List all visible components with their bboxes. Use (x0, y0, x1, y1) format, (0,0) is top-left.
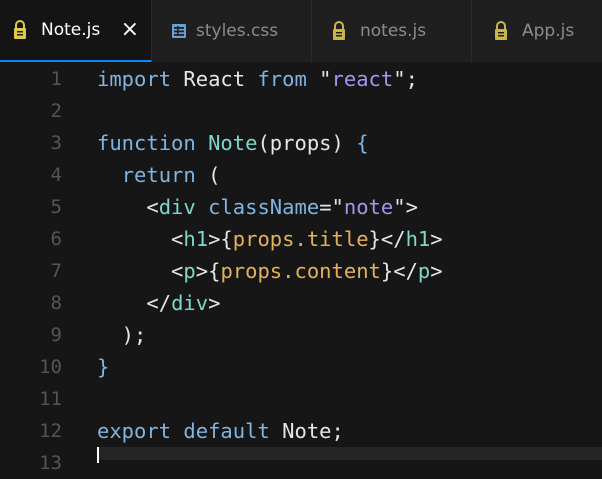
css-file-icon (171, 20, 191, 42)
code-token: from (257, 67, 307, 91)
code-token: div (171, 291, 209, 315)
code-token: Note (208, 131, 258, 155)
code-line[interactable]: 8 </div> (0, 287, 602, 319)
code-token: =" (319, 195, 344, 219)
code-text: function Note(props) { (97, 127, 369, 159)
code-token: ); (97, 323, 147, 347)
code-line[interactable]: 9 ); (0, 319, 602, 351)
code-token: p (183, 259, 196, 283)
code-token: </ (97, 291, 172, 315)
code-token: export (97, 419, 172, 443)
line-number: 9 (50, 324, 62, 346)
code-token: p (417, 259, 431, 283)
code-token: default (183, 419, 270, 443)
code-line[interactable]: 12 export default Note; (0, 415, 602, 447)
code-line[interactable]: 10} (0, 351, 602, 383)
code-token: h1 (405, 227, 431, 251)
code-line[interactable]: 7 <p>{props.content}</p> (0, 255, 602, 287)
code-text: <p>{props.content}</p> (97, 255, 443, 287)
code-token: (props) (257, 131, 357, 155)
code-token: React (171, 67, 258, 91)
tab-label: notes.js (360, 21, 427, 41)
code-text: export default Note; (97, 415, 344, 447)
code-token: Note; (269, 419, 344, 443)
code-token: function (97, 131, 196, 155)
code-token: div (158, 195, 196, 219)
code-line[interactable]: 11 (0, 383, 602, 415)
code-token: ( (195, 163, 221, 187)
lock-icon (332, 20, 352, 42)
tab-bar: Note.js × styles.css notes.js App.js (0, 0, 602, 62)
tab-app-js[interactable]: App.js (472, 0, 602, 62)
line-number: 6 (50, 228, 62, 250)
code-token: { (356, 131, 369, 155)
lock-icon (13, 19, 33, 41)
code-line[interactable]: 2 (0, 95, 602, 127)
code-text: return ( (97, 159, 221, 191)
code-token: > (430, 227, 443, 251)
code-token: return (97, 163, 196, 187)
code-token: props.content (220, 259, 381, 283)
line-number: 12 (39, 420, 62, 442)
code-text: <div className="note"> (97, 191, 418, 223)
line-number: 7 (50, 260, 62, 282)
code-token: }</ (368, 227, 406, 251)
tab-styles-css[interactable]: styles.css (152, 0, 312, 62)
code-line[interactable]: 3 function Note(props) { (0, 127, 602, 159)
tab-note-js[interactable]: Note.js × (0, 0, 152, 62)
line-number: 4 (50, 164, 62, 186)
line-number: 10 (39, 356, 62, 378)
tab-notes-js[interactable]: notes.js (312, 0, 472, 62)
code-token: "; (393, 67, 418, 91)
code-token: > (208, 291, 221, 315)
line-number: 8 (50, 292, 62, 314)
code-line[interactable]: 1 import React from "react"; (0, 63, 602, 95)
code-token: import (97, 67, 172, 91)
tab-label: styles.css (196, 21, 279, 41)
code-token: }</ (380, 259, 418, 283)
code-token: >{ (195, 259, 221, 283)
tab-label: Note.js (41, 20, 101, 40)
code-text: } (97, 351, 109, 383)
code-line[interactable]: 6 <h1>{props.title}</h1> (0, 223, 602, 255)
code-token: note (343, 195, 394, 219)
line-number: 3 (50, 132, 62, 154)
line-number: 11 (39, 388, 62, 410)
code-line[interactable]: 4 return ( (0, 159, 602, 191)
lock-icon (494, 20, 514, 42)
code-editor[interactable]: 1 import React from "react"; 2 3 function No… (0, 63, 602, 474)
code-text: <h1>{props.title}</h1> (97, 223, 443, 255)
tab-label: App.js (522, 21, 575, 41)
code-text: ); (97, 319, 147, 351)
line-number: 1 (50, 68, 62, 90)
code-token: " (306, 67, 332, 91)
code-token: < (97, 227, 184, 251)
code-token: h1 (183, 227, 209, 251)
line-number: 5 (50, 196, 62, 218)
text-cursor (97, 447, 99, 463)
code-token: >{ (208, 227, 233, 251)
code-text: import React from "react"; (97, 63, 418, 95)
code-token: props.title (232, 227, 369, 251)
code-token: > (430, 259, 443, 283)
code-token: className (208, 195, 320, 219)
line-number: 2 (50, 100, 62, 122)
code-token: < (97, 195, 159, 219)
close-icon[interactable]: × (121, 19, 139, 41)
line-number: 13 (39, 452, 62, 474)
code-token: "> (393, 195, 418, 219)
code-token: react (331, 67, 394, 91)
code-text: </div> (97, 287, 220, 319)
code-line[interactable]: 13 (0, 447, 602, 479)
code-line[interactable]: 5 <div className="note"> (0, 191, 602, 223)
code-token: } (97, 355, 110, 379)
code-token: < (97, 259, 184, 283)
